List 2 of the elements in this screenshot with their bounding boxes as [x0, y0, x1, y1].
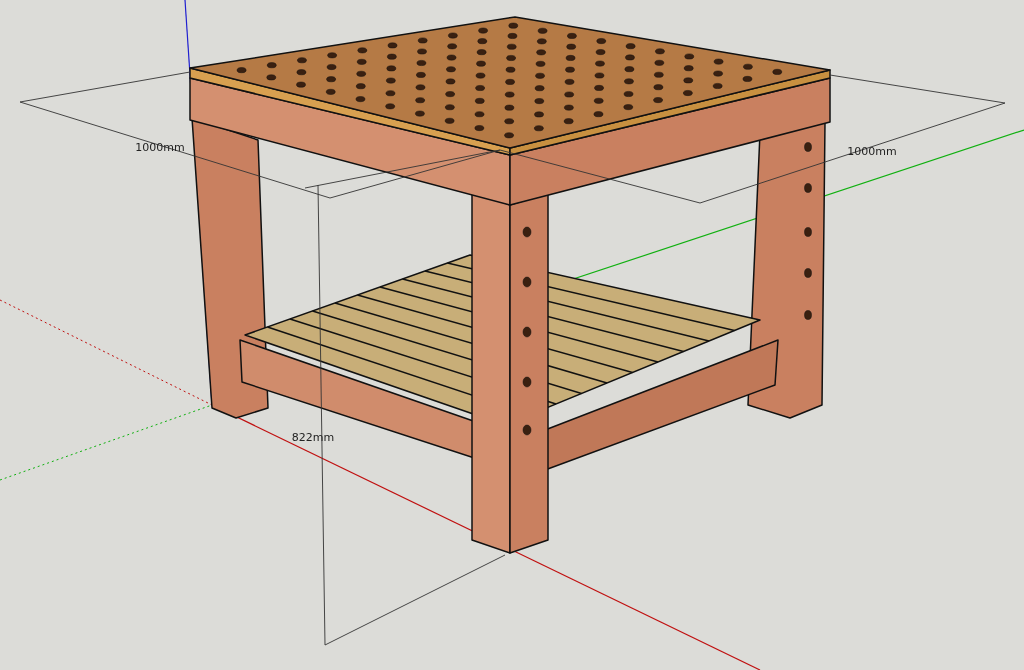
dimension-line[interactable] — [499, 74, 1006, 204]
dimension-label: 822mm — [291, 431, 335, 444]
